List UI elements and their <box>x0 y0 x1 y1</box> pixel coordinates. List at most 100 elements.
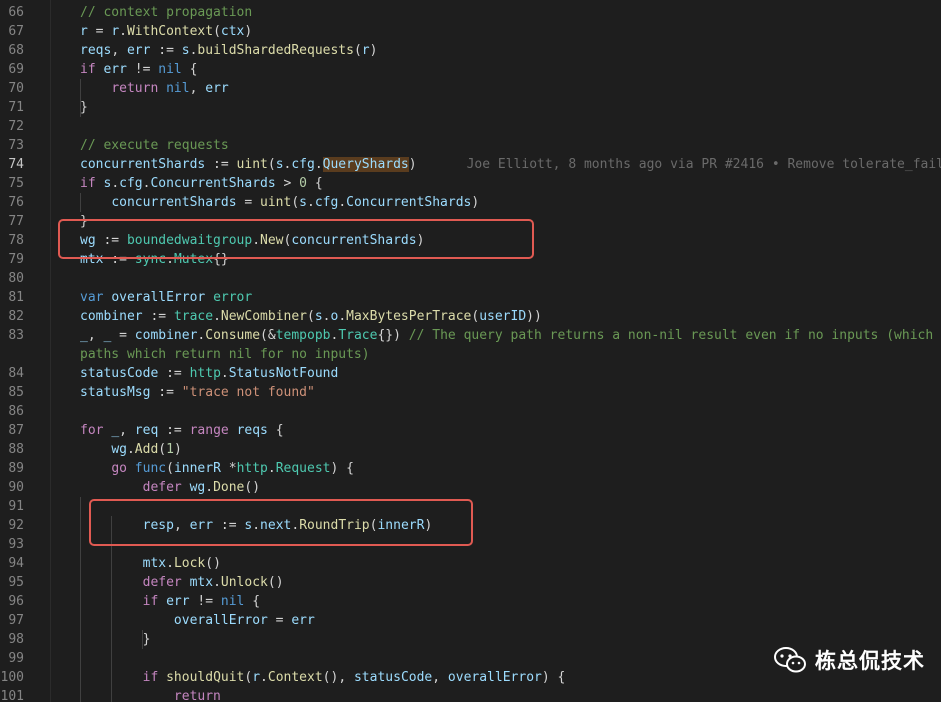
line-number: 83 <box>8 328 24 343</box>
code-line[interactable]: } <box>80 98 88 117</box>
code-token: uint <box>260 195 292 210</box>
code-token: , <box>111 43 127 58</box>
code-token: concurrentShards <box>111 195 237 210</box>
code-line[interactable]: statusCode := http.StatusNotFound <box>80 364 338 383</box>
highlight-box-waitgroup <box>58 219 534 259</box>
code-line[interactable]: overallError = err <box>80 611 315 630</box>
code-token: 0 <box>299 176 307 191</box>
code-token: := <box>150 43 182 58</box>
code-line[interactable]: mtx.Lock() <box>80 554 221 573</box>
code-token: go <box>111 461 127 476</box>
code-line[interactable]: go func(innerR *http.Request) { <box>80 459 354 478</box>
code-line[interactable]: wg.Add(1) <box>80 440 181 459</box>
code-token: cfg <box>291 157 315 172</box>
code-line[interactable]: if shouldQuit(r.Context(), statusCode, o… <box>80 668 566 687</box>
code-token: := <box>158 423 190 438</box>
code-token: = <box>111 328 135 343</box>
code-token: ctx <box>220 24 245 39</box>
line-number: 66 <box>8 5 24 20</box>
code-line[interactable]: if err != nil { <box>80 592 260 611</box>
code-token: Unlock <box>220 575 268 590</box>
code-line[interactable]: defer wg.Done() <box>80 478 260 497</box>
code-token: statusCode <box>80 366 159 381</box>
code-token: . <box>307 195 315 210</box>
line-number: 88 <box>8 442 24 457</box>
code-token: var <box>80 290 104 305</box>
code-token: Consume <box>205 328 261 343</box>
code-line[interactable]: combiner := trace.NewCombiner(s.o.MaxByt… <box>80 307 542 326</box>
code-token: range <box>189 423 229 438</box>
code-line[interactable]: reqs, err := s.buildShardedRequests(r) <box>80 41 377 60</box>
code-line[interactable]: return <box>80 687 221 702</box>
code-token: uint <box>236 157 268 172</box>
code-line[interactable]: concurrentShards := uint(s.cfg.QueryShar… <box>80 155 941 174</box>
code-token: . <box>111 176 120 191</box>
line-number: 81 <box>8 290 24 305</box>
code-token: , <box>87 328 104 343</box>
code-token: err <box>166 594 190 609</box>
code-token: wg <box>189 480 206 495</box>
code-token: r <box>252 670 261 685</box>
code-token: (), <box>322 670 354 685</box>
indent-guide <box>80 497 81 702</box>
code-token: () <box>267 575 284 590</box>
code-token: )) <box>526 309 542 324</box>
code-token: , <box>119 423 135 438</box>
code-token: . <box>260 670 268 685</box>
code-line[interactable]: // context propagation <box>80 3 252 22</box>
code-token: r <box>361 43 370 58</box>
code-token: WithContext <box>126 24 214 39</box>
code-token: statusMsg <box>80 385 151 400</box>
line-number: 98 <box>8 632 24 647</box>
code-token: (& <box>260 328 276 343</box>
code-token: mtx <box>142 556 167 571</box>
code-line[interactable]: if err != nil { <box>80 60 197 79</box>
code-line[interactable]: // execute requests <box>80 136 229 155</box>
code-editor[interactable]: 66 67 68 69 70 71 72 73 74 75 76 77 78 79 80 81 82 83 84 85… <box>0 0 941 702</box>
code-line[interactable]: statusMsg := "trace not found" <box>80 383 315 402</box>
indent-guide <box>80 79 81 117</box>
line-number: 91 <box>8 499 24 514</box>
code-token: return <box>111 81 159 96</box>
code-token: // context propagation <box>80 5 253 20</box>
code-token: if <box>142 670 159 685</box>
code-token: overallError <box>111 290 206 305</box>
code-token: ( <box>353 43 362 58</box>
line-number: 89 <box>8 461 24 476</box>
line-number: 80 <box>8 271 24 286</box>
code-token: ) { <box>541 670 566 685</box>
code-token: cfg <box>314 195 339 210</box>
code-line[interactable]: return nil, err <box>80 79 228 98</box>
code-token: nil <box>166 81 190 96</box>
code-line[interactable]: concurrentShards = uint(s.cfg.Concurrent… <box>80 193 479 212</box>
code-line[interactable]: if s.cfg.ConcurrentShards > 0 { <box>80 174 323 193</box>
code-token: err <box>126 43 151 58</box>
code-line[interactable]: var overallError error <box>80 288 252 307</box>
code-token: { <box>267 423 284 438</box>
code-token: defer <box>142 575 182 590</box>
highlight-box-roundtrip <box>89 499 473 546</box>
code-token: QueryShards <box>322 157 409 172</box>
line-number: 95 <box>8 575 24 590</box>
code-token: combiner <box>134 328 198 343</box>
code-token: , <box>432 670 448 685</box>
code-token: ( <box>267 157 276 172</box>
code-line[interactable]: } <box>80 630 151 649</box>
code-token: http <box>189 366 221 381</box>
code-area[interactable]: // context propagation r = r.WithContext(… <box>50 0 941 702</box>
code-token: func <box>134 461 167 476</box>
code-line[interactable]: r = r.WithContext(ctx) <box>80 22 252 41</box>
line-number: 87 <box>8 423 24 438</box>
code-line[interactable]: for _, req := range reqs { <box>80 421 284 440</box>
line-number: 70 <box>8 81 24 96</box>
git-blame-annotation: Joe Elliott, 8 months ago via PR #2416 •… <box>466 157 941 172</box>
code-line[interactable]: paths which return nil for no inputs) <box>80 345 370 364</box>
code-token: err <box>291 613 315 628</box>
code-line[interactable]: _, _ = combiner.Consume(&tempopb.Trace{}… <box>80 326 941 345</box>
